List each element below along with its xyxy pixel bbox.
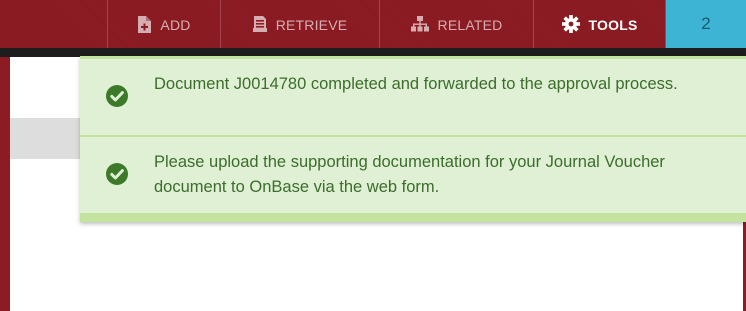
- related-hierarchy-icon: [410, 16, 429, 32]
- retrieve-button[interactable]: RETRIEVE: [220, 0, 379, 48]
- count-value: 2: [701, 14, 711, 33]
- notification-item: Document J0014780 completed and forwarde…: [80, 59, 746, 135]
- add-document-icon: [138, 15, 152, 33]
- notification-item: Please upload the supporting documentati…: [80, 137, 746, 213]
- notification-message: Please upload the supporting documentati…: [154, 153, 665, 196]
- retrieve-document-icon: [252, 16, 267, 32]
- count-tab[interactable]: 2: [666, 0, 746, 48]
- notification-message: Document J0014780 completed and forwarde…: [154, 75, 678, 93]
- check-circle-icon: [106, 163, 128, 185]
- tools-label: TOOLS: [588, 17, 638, 33]
- related-label: RELATED: [437, 17, 503, 33]
- retrieve-label: RETRIEVE: [275, 17, 348, 33]
- gear-icon: [561, 15, 580, 33]
- top-nav-bar: ADD RETRIEVE RELATED TOOLS 2: [0, 0, 746, 48]
- related-button[interactable]: RELATED: [379, 0, 533, 48]
- add-label: ADD: [160, 17, 191, 33]
- add-button[interactable]: ADD: [107, 0, 220, 48]
- tools-button[interactable]: TOOLS: [533, 0, 666, 48]
- notification-panel: Document J0014780 completed and forwarde…: [80, 56, 746, 222]
- check-circle-icon: [106, 85, 128, 107]
